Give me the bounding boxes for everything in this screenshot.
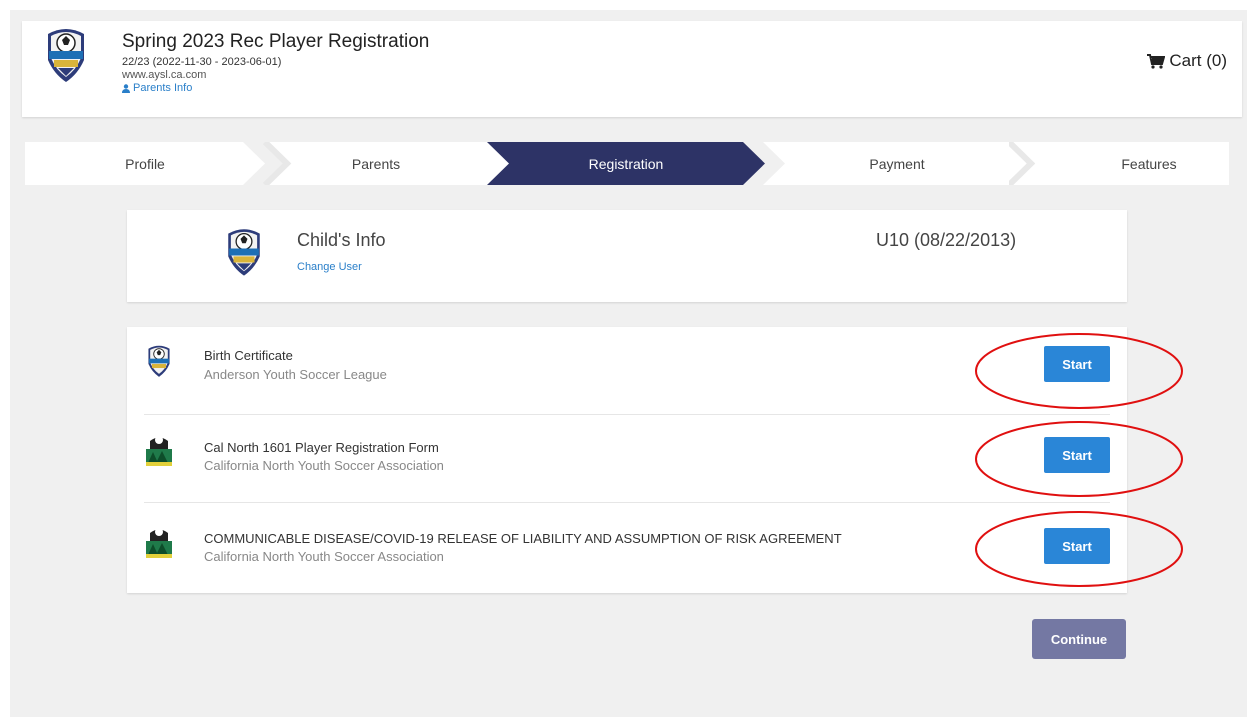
form-org: California North Youth Soccer Associatio… bbox=[204, 549, 444, 564]
event-header: Spring 2023 Rec Player Registration 22/2… bbox=[22, 21, 1242, 117]
form-name: COMMUNICABLE DISEASE/COVID-19 RELEASE OF… bbox=[204, 531, 842, 546]
event-title: Spring 2023 Rec Player Registration bbox=[122, 31, 430, 52]
step-label: Registration bbox=[588, 155, 664, 172]
user-icon bbox=[122, 84, 130, 93]
step-label: Payment bbox=[869, 155, 925, 172]
step-label: Parents bbox=[351, 155, 401, 172]
league-shield-icon bbox=[48, 29, 84, 82]
cal-north-icon bbox=[146, 528, 172, 558]
step-payment[interactable]: Payment bbox=[763, 142, 1031, 185]
child-info-title: Child's Info bbox=[297, 230, 386, 250]
start-button[interactable]: Start bbox=[1044, 346, 1110, 382]
cal-north-icon bbox=[146, 436, 172, 466]
forms-list: Birth Certificate Anderson Youth Soccer … bbox=[127, 327, 1127, 593]
form-name: Birth Certificate bbox=[204, 348, 293, 363]
step-registration[interactable]: Registration bbox=[487, 142, 765, 185]
form-org: Anderson Youth Soccer League bbox=[204, 367, 387, 382]
change-user-link[interactable]: Change User bbox=[297, 261, 362, 273]
list-item: Birth Certificate Anderson Youth Soccer … bbox=[144, 327, 1110, 415]
cart-icon bbox=[1147, 53, 1166, 69]
child-info-card: Child's Info Change User U10 (08/22/2013… bbox=[127, 210, 1127, 302]
league-shield-icon bbox=[148, 345, 170, 377]
age-group-label: U10 (08/22/2013) bbox=[876, 230, 1017, 250]
league-shield-icon bbox=[228, 229, 260, 276]
form-name: Cal North 1601 Player Registration Form bbox=[204, 440, 439, 455]
start-button[interactable]: Start bbox=[1044, 528, 1110, 564]
step-features[interactable]: Features bbox=[1009, 142, 1229, 185]
cart-button[interactable]: Cart (0) bbox=[1147, 51, 1227, 71]
list-item: COMMUNICABLE DISEASE/COVID-19 RELEASE OF… bbox=[144, 505, 1110, 593]
list-item: Cal North 1601 Player Registration Form … bbox=[144, 415, 1110, 503]
season-dates: 22/23 (2022-11-30 - 2023-06-01) bbox=[122, 56, 282, 68]
step-parents[interactable]: Parents bbox=[243, 142, 509, 185]
parents-info-link[interactable]: Parents Info bbox=[122, 82, 429, 95]
start-button[interactable]: Start bbox=[1044, 437, 1110, 473]
continue-button[interactable]: Continue bbox=[1032, 619, 1126, 659]
form-org: California North Youth Soccer Associatio… bbox=[204, 458, 444, 473]
step-label: Profile bbox=[125, 155, 165, 172]
registration-stepper: Profile Parents Registration Payment Fea… bbox=[25, 142, 1229, 185]
step-label: Features bbox=[1121, 155, 1177, 172]
website-link[interactable]: www.aysl.ca.com bbox=[122, 69, 429, 82]
cart-label: Cart (0) bbox=[1169, 51, 1227, 70]
parents-info-label: Parents Info bbox=[133, 82, 193, 94]
step-profile[interactable]: Profile bbox=[25, 142, 265, 185]
